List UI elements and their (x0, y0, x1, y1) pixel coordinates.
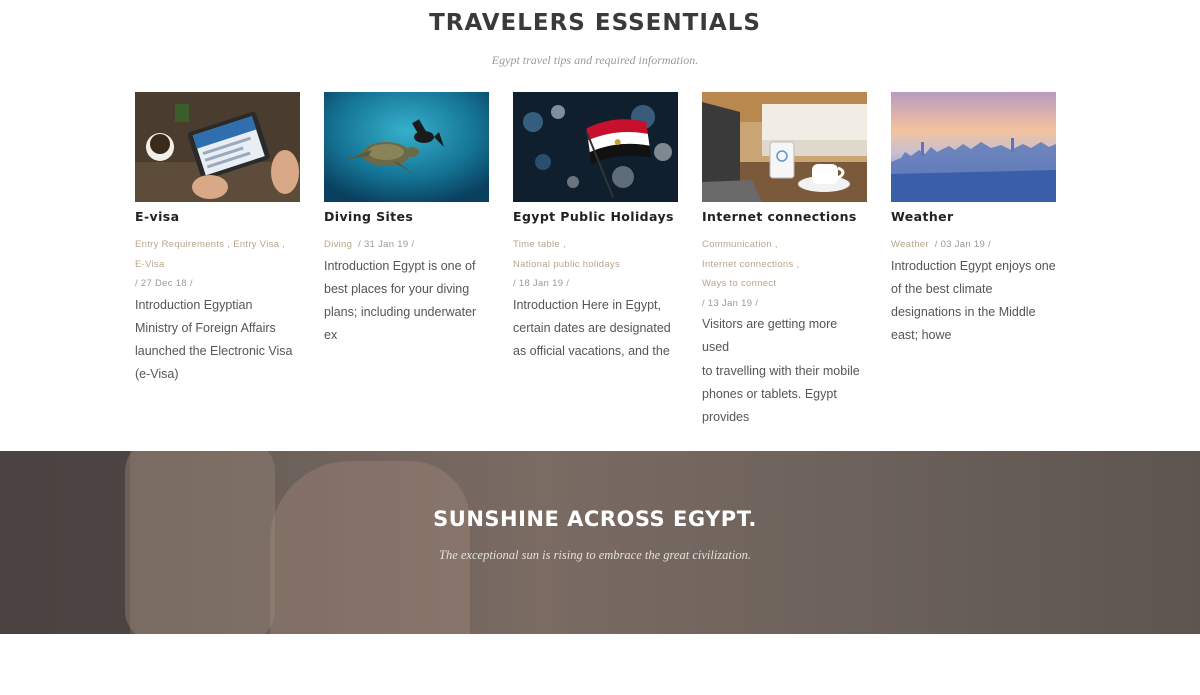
diver-with-turtle-image[interactable] (324, 92, 489, 202)
excerpt-line: best places for your diving (324, 281, 470, 296)
card-meta: Diving / 31 Jan 19 / (324, 235, 489, 255)
card-title[interactable]: E-visa (135, 208, 300, 226)
page-title: TRAVELERS ESSENTIALS (429, 10, 761, 36)
category-link[interactable]: E-Visa (135, 259, 165, 270)
excerpt-line: to travelling with their mobile (702, 363, 860, 378)
visa-application-tablet-image[interactable] (135, 92, 300, 202)
excerpt-line: designations in the Middle (891, 305, 1036, 320)
category-link[interactable]: Weather (891, 239, 929, 250)
excerpt-line: Visitors are getting more used (702, 317, 838, 355)
excerpt-line: provides (702, 410, 750, 425)
category-link[interactable]: National public holidays (513, 259, 620, 270)
post-date: / 18 Jan 19 / (513, 278, 570, 289)
city-skyline-sunset-image[interactable] (891, 92, 1056, 202)
excerpt-line: Introduction Egypt is one of (324, 258, 476, 273)
post-date: / 31 Jan 19 / (358, 239, 415, 250)
post-date: / 27 Dec 18 / (135, 278, 193, 289)
excerpt-line: (e-Visa) (135, 367, 179, 382)
excerpt-line: certain dates are designated (513, 320, 671, 335)
excerpt-line: launched the Electronic Visa (135, 344, 293, 359)
excerpt-line: phones or tablets. Egypt (702, 386, 837, 401)
card-title[interactable]: Weather (891, 208, 1056, 226)
card-title[interactable]: Diving Sites (324, 208, 489, 226)
excerpt-line: Introduction Here in Egypt, (513, 297, 661, 312)
excerpt-line: east; howe (891, 328, 952, 343)
sunshine-banner: SUNSHINE ACROSS EGYPT. The exceptional s… (0, 451, 1200, 634)
card-meta: Entry Requirements , Entry Visa , E-Visa… (135, 239, 286, 289)
card-evisa: E-visa Entry Requirements , Entry Visa ,… (135, 92, 300, 387)
excerpt-line: ex (324, 328, 338, 343)
category-link[interactable]: Ways to connect (702, 278, 776, 289)
card-excerpt: Introduction Egypt is one of best places… (324, 255, 489, 348)
page-subtitle: Egypt travel tips and required informati… (491, 53, 699, 67)
card-weather: Weather Weather / 03 Jan 19 / Introducti… (891, 92, 1056, 348)
card-excerpt: Visitors are getting more used to travel… (702, 313, 867, 429)
card-internet-connections: Internet connections Communication , Int… (702, 92, 867, 429)
card-title[interactable]: Internet connections (702, 208, 867, 226)
post-date: / 03 Jan 19 / (934, 239, 991, 250)
card-excerpt: Introduction Egypt enjoys one of the bes… (891, 255, 1056, 348)
excerpt-line: Introduction Egyptian (135, 297, 253, 312)
category-link[interactable]: Internet connections (702, 259, 794, 270)
excerpt-line: plans; including underwater (324, 305, 477, 320)
post-date: / 13 Jan 19 / (702, 297, 759, 309)
essentials-card-grid: E-visa Entry Requirements , Entry Visa ,… (135, 92, 1065, 424)
category-link[interactable]: Communication (702, 239, 772, 250)
banner-background-shape (125, 451, 275, 634)
card-meta: Communication , Internet connections , W… (702, 239, 800, 309)
banner-background-shape (0, 451, 130, 634)
excerpt-line: of the best climate (891, 281, 993, 296)
card-title[interactable]: Egypt Public Holidays (513, 208, 678, 226)
card-excerpt: Introduction Here in Egypt, certain date… (513, 294, 678, 364)
category-link[interactable]: Time table (513, 239, 560, 250)
excerpt-line: as official vacations, and the (513, 344, 670, 359)
category-link[interactable]: Entry Visa (233, 239, 279, 250)
excerpt-line: Introduction Egypt enjoys one (891, 258, 1056, 273)
category-link[interactable]: Entry Requirements (135, 239, 224, 250)
card-excerpt: Introduction Egyptian Ministry of Foreig… (135, 294, 300, 387)
laptop-wifi-coffee-image[interactable] (702, 92, 867, 202)
card-meta: Weather / 03 Jan 19 / (891, 235, 1056, 255)
card-meta: Time table , National public holidays / … (513, 239, 621, 289)
category-link[interactable]: Diving (324, 239, 352, 250)
excerpt-line: Ministry of Foreign Affairs (135, 320, 276, 335)
banner-subtitle: The exceptional sun is rising to embrace… (439, 548, 751, 562)
card-diving-sites: Diving Sites Diving / 31 Jan 19 / Introd… (324, 92, 489, 348)
card-egypt-public-holidays: Egypt Public Holidays Time table , Natio… (513, 92, 678, 363)
banner-title: SUNSHINE ACROSS EGYPT. (433, 507, 757, 531)
egypt-flag-image[interactable] (513, 92, 678, 202)
